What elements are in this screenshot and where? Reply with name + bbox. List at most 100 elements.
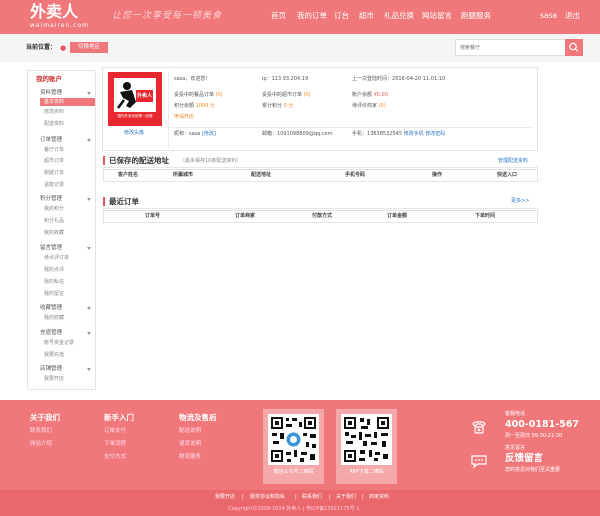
chevron-down-icon xyxy=(87,332,91,335)
sidebar-item-basic-info[interactable]: 基本资料 xyxy=(40,98,95,106)
footer-link-agreement[interactable]: 服务协议和隐私 xyxy=(250,494,285,501)
rest-orders-count: (0) xyxy=(215,92,223,98)
sidebar-item-edit-info[interactable]: 修改资料 xyxy=(44,109,64,116)
apply-shop-link[interactable]: 申请开店 xyxy=(174,114,194,121)
footer-pay-link[interactable]: 订单支付 xyxy=(104,428,126,435)
sidebar-item-favorites-1[interactable]: 我的收藏 xyxy=(44,230,64,237)
footer-link-about[interactable]: 关于我们 xyxy=(336,494,356,501)
edit-nickname-link[interactable]: [修改] xyxy=(202,131,216,137)
orders-col-payment: 付款方式 xyxy=(312,213,333,219)
nickname-row: 昵称：sasa [修改] xyxy=(174,131,216,138)
footer-delivery-link[interactable]: 配送说明 xyxy=(179,428,201,435)
sidebar-group-comments[interactable]: 留言管理 xyxy=(40,245,62,252)
footer-link-open-shop[interactable]: 我要开店 xyxy=(215,494,235,501)
edit-avatar-link[interactable]: 修改头像 xyxy=(124,130,144,137)
address-col-city: 所属城市 xyxy=(173,172,194,178)
ip-row: ip：113.93.204.19 xyxy=(262,76,308,83)
nav-my-orders[interactable]: 我的订单 xyxy=(297,11,327,21)
sidebar-item-my-messages[interactable]: 我的留言 xyxy=(44,291,64,298)
sidebar-group-favorites[interactable]: 收藏管理 xyxy=(40,305,62,312)
feedback-link[interactable]: 反馈留言 xyxy=(505,453,543,465)
greeting-text: sasa，欢迎您！ xyxy=(174,76,211,82)
email-label: 邮箱： xyxy=(262,131,278,137)
address-col-entry: 快送入口 xyxy=(497,172,518,178)
footer-link-contact[interactable]: 联系我们 xyxy=(302,494,322,501)
nav-booking[interactable]: 订台 xyxy=(334,11,349,21)
nav-home[interactable]: 首页 xyxy=(271,11,286,21)
ip-value: 113.93.204.19 xyxy=(271,76,309,82)
footer-process-link[interactable]: 下单流程 xyxy=(104,441,126,448)
address-col-name: 客户姓名 xyxy=(118,172,139,178)
chevron-down-icon xyxy=(87,198,91,201)
sidebar-item-market-orders[interactable]: 超市订单 xyxy=(44,158,64,165)
avatar-badge-text: 外卖人 xyxy=(137,93,153,99)
chevron-down-icon xyxy=(87,92,91,95)
nav-gifts[interactable]: 礼品兑换 xyxy=(384,11,414,21)
address-col-action: 操作 xyxy=(432,172,443,178)
edit-password-link[interactable]: 修改密码 xyxy=(425,131,445,137)
phone-row: 手机：13638532545 修改手机 修改密码 xyxy=(352,131,445,138)
search-input[interactable] xyxy=(455,39,566,56)
logout-link[interactable]: 退出 xyxy=(565,11,580,21)
search-button[interactable] xyxy=(565,39,583,56)
nav-errand[interactable]: 跑腿服务 xyxy=(461,11,491,21)
sidebar-group-profile[interactable]: 资料管理 xyxy=(40,90,62,97)
wechat-qr-icon xyxy=(268,414,319,465)
sidebar-item-open-shop[interactable]: 我要开店 xyxy=(44,376,64,383)
site-logo[interactable]: 外卖人 xyxy=(30,3,78,21)
nickname-label: 昵称：sasa xyxy=(174,131,201,137)
to-review-row[interactable]: 待评价商家 (0) xyxy=(352,103,386,110)
avatar[interactable]: 外卖人 国内外卖系统第一品牌 xyxy=(108,72,162,126)
app-qr-caption: APP下载二维码 xyxy=(349,469,384,475)
rest-orders-row[interactable]: 妥投中的餐品订单 (0) xyxy=(174,92,223,99)
sidebar-item-errand-orders[interactable]: 跑腿订单 xyxy=(44,170,64,177)
footer-sep: | xyxy=(362,494,364,500)
nav-market[interactable]: 超市 xyxy=(359,11,374,21)
footer-return-link[interactable]: 退货说明 xyxy=(179,441,201,448)
sidebar-item-refunds[interactable]: 退款记录 xyxy=(44,182,64,189)
sidebar-group-shop[interactable]: 店铺管理 xyxy=(40,366,62,373)
sidebar-item-point-gifts[interactable]: 积分礼品 xyxy=(44,218,64,225)
more-orders-link[interactable]: 更多>> xyxy=(511,198,529,205)
footer-link-merchant[interactable]: 商家资料 xyxy=(369,494,389,501)
sidebar-item-favorites-2[interactable]: 我的收藏 xyxy=(44,315,64,322)
footer-sep: | xyxy=(295,494,297,500)
sidebar-item-delivery-info[interactable]: 配送资料 xyxy=(44,121,64,128)
market-orders-row[interactable]: 妥投中的超市订单 (0) xyxy=(262,92,311,99)
footer-intro-link[interactable]: 网站介绍 xyxy=(30,441,52,448)
footer-contact-link[interactable]: 联系我们 xyxy=(30,428,52,435)
switch-region-button[interactable]: 切换地区 xyxy=(70,42,108,53)
phone-icon xyxy=(472,421,486,434)
avatar-caption: 国内外卖系统第一品牌 xyxy=(117,114,153,118)
sidebar-group-orders[interactable]: 订单管理 xyxy=(40,137,62,144)
footer-logistics-link[interactable]: 物流服务 xyxy=(179,454,201,461)
footer-beginner-title: 新手入门 xyxy=(104,413,134,422)
sidebar-item-my-reviews[interactable]: 我的点评 xyxy=(44,267,64,274)
sidebar-group-points[interactable]: 积分管理 xyxy=(40,196,62,203)
manage-address-link[interactable]: 管理配送资料 xyxy=(498,158,528,165)
sidebar-group-recharge[interactable]: 充值管理 xyxy=(40,330,62,337)
panel-divider xyxy=(168,127,533,128)
footer-about-title: 关于我们 xyxy=(30,413,60,422)
address-section-note: （最多保存10条配送资料） xyxy=(180,158,242,164)
sidebar-item-recharge[interactable]: 我要充值 xyxy=(44,352,64,359)
nav-messages[interactable]: 网站留言 xyxy=(422,11,452,21)
sidebar-item-fund-records[interactable]: 帐号资金记录 xyxy=(44,340,74,347)
sidebar-item-my-points[interactable]: 我的积分 xyxy=(44,206,64,213)
hotline-hours: 周一至周日 09:30-21:30 xyxy=(505,433,563,439)
wechat-qr-caption: 微信公众号二维码 xyxy=(273,469,314,475)
section-accent xyxy=(103,156,105,165)
chevron-down-icon xyxy=(87,247,91,250)
footer-paymethod-link[interactable]: 支付方式 xyxy=(104,454,126,461)
orders-col-amount: 订单金额 xyxy=(387,213,408,219)
balance-label: 账户余额 xyxy=(352,92,373,98)
avatar-logo-area: 外卖人 xyxy=(114,78,156,112)
sidebar-item-my-pm[interactable]: 我的私信 xyxy=(44,279,64,286)
to-review-count: (0) xyxy=(378,103,386,109)
sidebar-item-rest-orders[interactable]: 餐厅订单 xyxy=(44,147,64,154)
total-points-row: 累计积分 0 分 xyxy=(262,103,293,110)
sidebar-item-to-review[interactable]: 待点评订单 xyxy=(44,255,69,262)
footer-sep: | xyxy=(242,494,244,500)
header-username[interactable]: sasa xyxy=(540,11,557,21)
edit-phone-link[interactable]: 修改手机 xyxy=(404,131,424,137)
